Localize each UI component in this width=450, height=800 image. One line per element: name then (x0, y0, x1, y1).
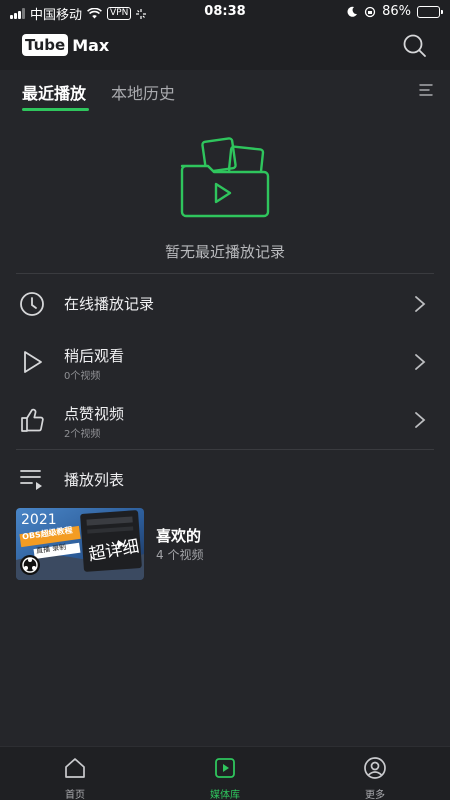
play-outline-icon (24, 351, 42, 373)
thumbs-up-icon (21, 408, 44, 432)
tab-local-history[interactable]: 本地历史 (111, 80, 175, 104)
app-header: Tube Max (0, 24, 450, 70)
nav-library[interactable]: 媒体库 (150, 747, 300, 800)
playlist-icon (20, 470, 42, 490)
bottom-nav: 首页 媒体库 更多 (0, 746, 450, 800)
nav-home-label: 首页 (65, 790, 85, 800)
list-item-online-history[interactable]: 在线播放记录 (0, 282, 450, 326)
divider-middle (16, 449, 434, 450)
clock-icon (20, 292, 44, 316)
playlist-count: 4 个视频 (156, 548, 204, 562)
orientation-lock-icon (364, 6, 376, 17)
divider-top (16, 273, 434, 274)
list-item-title: 稍后观看 (64, 347, 125, 365)
chevron-right-icon (415, 296, 426, 312)
nav-more[interactable]: 更多 (300, 747, 450, 800)
library-play-icon (215, 758, 235, 778)
thumbnail-year: 2021 (21, 512, 57, 528)
list-item-title: 在线播放记录 (64, 295, 155, 313)
status-right: 86% (347, 4, 443, 19)
search-icon[interactable] (402, 33, 428, 59)
battery-percent: 86% (382, 4, 411, 19)
app-logo: Tube Max (22, 34, 109, 56)
list-item-subtitle: 0个视频 (64, 371, 101, 382)
logo-tube: Tube (22, 34, 69, 56)
playlists-label: 播放列表 (64, 471, 125, 489)
nav-more-label: 更多 (365, 790, 385, 800)
status-bar: 中国移动 VPN 08:38 86% (0, 0, 450, 24)
battery-icon (417, 5, 443, 18)
list-item-title: 点赞视频 (64, 405, 125, 423)
tab-bar: 最近播放 本地历史 (0, 70, 450, 116)
moon-icon (347, 6, 358, 17)
list-item-subtitle: 2个视频 (64, 429, 101, 440)
chevron-right-icon (415, 354, 426, 370)
home-icon (65, 758, 85, 778)
empty-state-message: 暂无最近播放记录 (164, 243, 285, 261)
nav-home[interactable]: 首页 (0, 747, 150, 800)
list-item-watch-later[interactable]: 稍后观看 0个视频 (0, 340, 450, 384)
playlist-title[interactable]: 喜欢的 (156, 525, 201, 546)
playlists-header: 播放列表 (0, 458, 450, 500)
logo-max: Max (72, 35, 110, 55)
active-tab-indicator (22, 108, 89, 111)
account-circle-icon (364, 757, 386, 779)
nav-library-label: 媒体库 (210, 790, 240, 800)
tab-recent-played[interactable]: 最近播放 (22, 80, 86, 104)
chevron-right-icon (415, 412, 426, 428)
playlist-thumbnail[interactable]: 2021 OBS超级教程 直播 录制 超详细 (16, 508, 144, 580)
folder-play-icon (180, 137, 270, 218)
sort-menu-icon[interactable] (418, 82, 434, 98)
list-item-liked-videos[interactable]: 点赞视频 2个视频 (0, 398, 450, 442)
